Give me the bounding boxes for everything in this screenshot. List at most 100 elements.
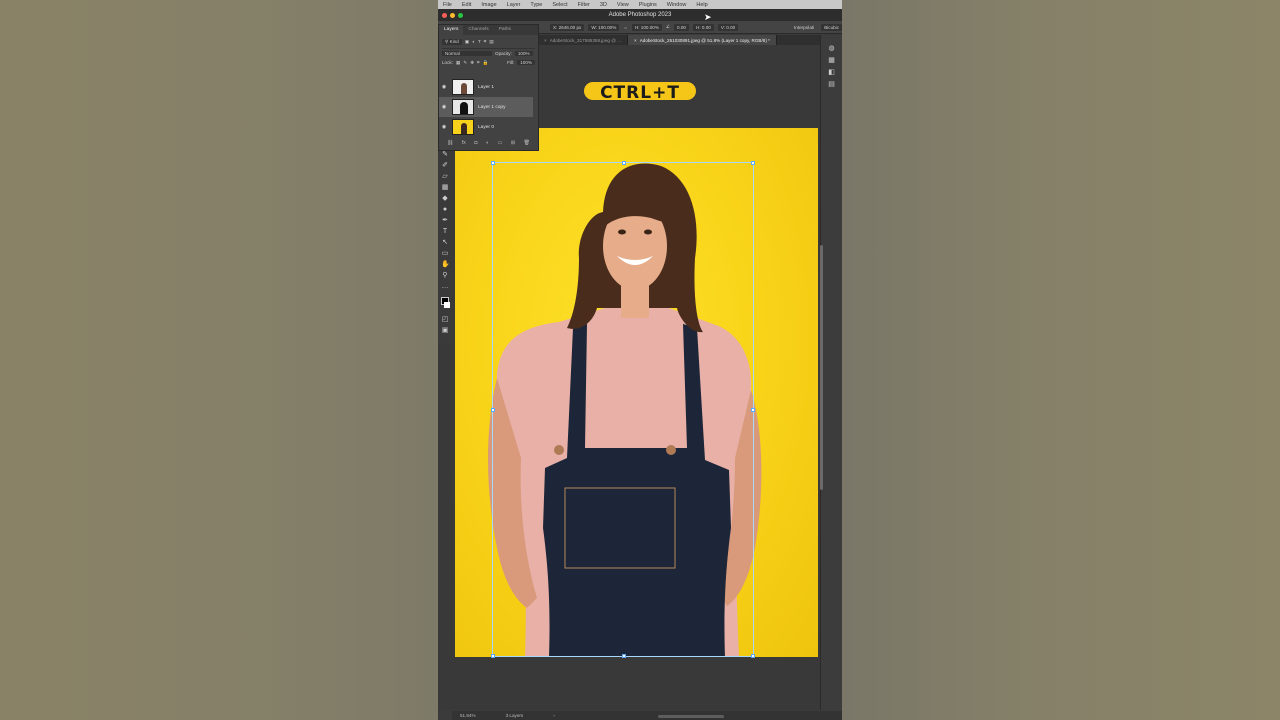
interpolation-select[interactable]: Bicubic [821,23,842,31]
close-tab-icon[interactable]: × [634,38,637,43]
layer-row-layer-1-copy[interactable]: ◉ Layer 1 copy [439,97,533,117]
vertical-skew-field[interactable]: V: 0.00 [717,23,739,31]
close-tab-icon[interactable]: × [544,38,547,43]
lock-artboard-icon[interactable]: ⌗ [477,60,480,65]
menu-image[interactable]: Image [476,2,501,8]
shape-filter-icon[interactable]: ⌗ [484,39,487,44]
add-mask-icon[interactable]: ◘ [474,140,477,148]
menu-layer[interactable]: Layer [502,2,526,8]
pen-icon[interactable]: ✒ [441,217,449,225]
horizontal-skew-field[interactable]: H: 0.00 [693,23,714,31]
adjustments-icon[interactable]: ◧ [827,69,836,77]
height-field[interactable]: H: 100.00% [631,23,662,31]
eye-icon[interactable]: ◉ [439,104,449,110]
lock-transparent-icon[interactable]: ▦ [456,60,460,66]
smart-object-filter-icon[interactable]: ▤ [489,39,493,45]
search-icon: ⚲ [445,38,449,44]
photoshop-window: File Edit Image Layer Type Select Filter… [438,0,842,720]
blend-row: Normal Opacity: 100% [442,48,535,58]
layers-panel-footer: ⛓ fx ◘ ◐ ▭ ⊞ 🗑 [447,140,530,148]
menu-3d[interactable]: 3D [595,2,612,8]
tab-document-2[interactable]: × AdobeStock_251030891.jpeg @ 51.8% (Lay… [628,35,777,45]
chevron-right-icon[interactable]: › [553,713,555,718]
adjustment-layer-icon[interactable]: ◐ [486,140,489,148]
layer-name: Layer 1 copy [478,104,506,110]
angle-icon: ∠ [665,24,671,29]
menu-edit[interactable]: Edit [457,2,476,8]
adjustment-filter-icon[interactable]: ◐ [472,39,475,44]
group-icon[interactable]: ▭ [498,140,503,148]
layer-name: Layer 1 [478,84,494,90]
libraries-icon[interactable]: ▦ [827,57,836,65]
screen-mode-icon[interactable]: ▣ [441,327,449,335]
x-position-field[interactable]: X: 2646.00 px [550,23,585,31]
tab-document-1[interactable]: × AdobeStock_317585358.jpeg @ ... [538,35,629,45]
zoom-level[interactable]: 51.84% [460,713,476,718]
width-field[interactable]: W: 100.00% [588,23,620,31]
blend-mode-select[interactable]: Normal [442,51,492,56]
new-layer-icon[interactable]: ⊞ [511,140,515,148]
layers-panel-tabs: Layers Channels Paths [439,25,538,35]
lock-image-icon[interactable]: ✎ [463,60,467,66]
link-icon[interactable]: ⇔ [623,25,628,30]
tab-label: AdobeStock_251030891.jpeg @ 51.8% (Layer… [639,37,770,43]
lock-row: Lock: ▦ ✎ ✥ ⌗ 🔒 Fill: 100% [442,58,535,67]
path-selection-icon[interactable]: ↖ [441,239,449,247]
menu-select[interactable]: Select [547,2,572,8]
fill-field[interactable]: 100% [517,60,535,65]
angle-field[interactable]: 0.00 [674,23,689,31]
tab-paths[interactable]: Paths [494,25,516,35]
zoom-window-button[interactable] [458,12,463,18]
horizontal-scrollbar[interactable] [658,715,724,718]
blur-icon[interactable]: ◆ [441,195,449,203]
eye-icon[interactable]: ◉ [439,84,449,90]
eye-icon[interactable]: ◉ [439,124,449,130]
opacity-field[interactable]: 100% [514,51,533,56]
vertical-scrollbar[interactable] [820,245,823,490]
layer-name: Layer 0 [478,124,494,130]
minimize-window-button[interactable] [450,12,455,18]
trash-icon[interactable]: 🗑 [524,140,530,148]
fx-icon[interactable]: fx [462,140,466,148]
spot-healing-icon[interactable]: ✎ [441,151,449,159]
layer-thumbnail [452,119,474,135]
more-tools-icon[interactable]: … [441,283,449,291]
menu-filter[interactable]: Filter [573,2,595,8]
type-filter-icon[interactable]: T [478,39,481,44]
properties-icon[interactable]: ▤ [827,81,836,89]
zoom-icon[interactable]: ⚲ [441,272,449,280]
menu-view[interactable]: View [612,2,634,8]
hand-icon[interactable]: ✋ [441,261,450,269]
kind-filter-select[interactable]: ⚲ Kind [442,38,462,45]
learn-icon[interactable]: ◍ [827,45,836,53]
menu-window[interactable]: Window [662,2,692,8]
rectangle-icon[interactable]: ▭ [441,250,449,258]
opacity-label: Opacity: [495,51,512,56]
mouse-cursor-icon: ➤ [704,12,712,22]
type-tool-icon[interactable]: T [441,228,449,236]
tab-channels[interactable]: Channels [463,25,493,35]
dodge-icon[interactable]: ● [441,206,449,214]
layer-row-layer-1[interactable]: ◉ Layer 1 [439,77,533,97]
brush-icon[interactable]: ✐ [441,162,449,170]
lock-label: Lock: [442,60,453,65]
lock-position-icon[interactable]: ✥ [470,60,474,66]
document-info[interactable]: 3 Layers [506,713,524,718]
menu-plugins[interactable]: Plugins [634,2,662,8]
layer-row-layer-0[interactable]: ◉ Layer 0 [439,117,533,137]
lock-all-icon[interactable]: 🔒 [483,60,489,66]
menu-help[interactable]: Help [691,2,712,8]
gradient-icon[interactable]: ▦ [441,184,449,192]
title-bar: Adobe Photoshop 2023 [438,9,842,21]
shortcut-text: CTRL+T [600,83,680,100]
pixel-filter-icon[interactable]: ▣ [465,39,469,45]
background-color-swatch[interactable] [444,302,450,308]
document-canvas[interactable] [455,128,818,657]
quick-mask-icon[interactable]: ◰ [441,316,449,324]
eraser-icon[interactable]: ▱ [441,173,449,181]
menu-file[interactable]: File [438,2,457,8]
tab-layers[interactable]: Layers [439,25,464,35]
close-window-button[interactable] [442,12,447,18]
link-layers-icon[interactable]: ⛓ [447,140,453,148]
menu-type[interactable]: Type [525,2,547,8]
